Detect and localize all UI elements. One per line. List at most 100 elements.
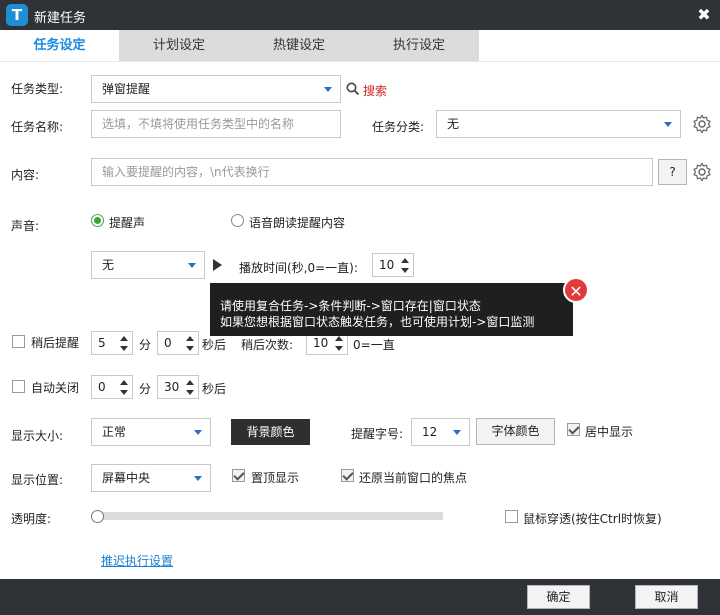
snooze-minutes-value: 5: [98, 336, 106, 350]
restore-focus-checkbox[interactable]: [341, 469, 354, 482]
stepper-down-icon[interactable]: [335, 346, 343, 351]
stepper-up-icon[interactable]: [186, 380, 194, 385]
snooze-seconds-stepper[interactable]: 0: [157, 331, 199, 355]
sound-alert-label: 提醒声: [109, 216, 146, 230]
font-size-label: 提醒字号:: [351, 427, 404, 441]
font-size-select[interactable]: 12: [411, 418, 470, 446]
chevron-down-icon: [453, 430, 461, 435]
content-input[interactable]: 输入要提醒的内容，\n代表换行: [91, 158, 653, 186]
tooltip-line-1: 请使用复合任务->条件判断->窗口存在|窗口状态: [220, 299, 481, 313]
gear-icon[interactable]: [692, 162, 712, 182]
auto-close-minutes-unit: 分: [139, 382, 152, 396]
auto-close-minutes-stepper[interactable]: 0: [91, 375, 133, 399]
snooze-minutes-stepper[interactable]: 5: [91, 331, 133, 355]
sound-tts-label: 语音朗读提醒内容: [249, 216, 346, 230]
cancel-button[interactable]: 取消: [635, 585, 698, 609]
font-size-value: 12: [422, 425, 438, 439]
stepper-down-icon[interactable]: [120, 390, 128, 395]
title-bar: T 新建任务 ✖: [0, 0, 720, 30]
task-name-placeholder: 选填，不填将使用任务类型中的名称: [102, 117, 295, 131]
topmost-checkbox[interactable]: [232, 469, 245, 482]
stepper-down-icon[interactable]: [186, 346, 194, 351]
stepper-down-icon[interactable]: [401, 268, 409, 273]
sound-tts-radio[interactable]: [231, 214, 244, 227]
display-position-label: 显示位置:: [11, 473, 64, 487]
snooze-checkbox[interactable]: [12, 335, 25, 348]
defer-execution-link[interactable]: 推迟执行设置: [101, 552, 173, 569]
center-display-checkbox[interactable]: [567, 423, 580, 436]
stepper-up-icon[interactable]: [120, 380, 128, 385]
snooze-count-label: 稍后次数:: [241, 338, 294, 352]
stepper-up-icon[interactable]: [186, 336, 194, 341]
play-time-stepper[interactable]: 10: [372, 253, 414, 277]
transparency-slider-track[interactable]: [98, 512, 443, 520]
sound-select-value: 无: [102, 258, 115, 272]
close-icon[interactable]: ✖: [692, 3, 716, 27]
sound-label: 声音:: [11, 219, 40, 233]
app-logo-icon: T: [6, 4, 28, 26]
stepper-down-icon[interactable]: [186, 390, 194, 395]
task-category-select[interactable]: 无: [436, 110, 681, 138]
chevron-down-icon: [194, 476, 202, 481]
tab-schedule-settings[interactable]: 计划设定: [119, 30, 239, 62]
task-name-label: 任务名称:: [11, 120, 64, 134]
tooltip-close-icon[interactable]: ✕: [563, 277, 589, 303]
chevron-down-icon: [324, 87, 332, 92]
tab-task-settings[interactable]: 任务设定: [0, 30, 119, 62]
play-time-label: 播放时间(秒,0=一直):: [239, 261, 358, 275]
tab-divider: [0, 61, 720, 62]
play-icon[interactable]: [213, 259, 222, 271]
tab-hotkey-settings[interactable]: 热键设定: [239, 30, 359, 62]
display-size-value: 正常: [102, 425, 127, 439]
stepper-up-icon[interactable]: [120, 336, 128, 341]
task-name-input[interactable]: 选填，不填将使用任务类型中的名称: [91, 110, 341, 138]
play-time-value: 10: [379, 258, 395, 272]
transparency-slider-thumb[interactable]: [91, 510, 104, 523]
snooze-seconds-unit: 秒后: [202, 338, 227, 352]
auto-close-checkbox[interactable]: [12, 380, 25, 393]
font-color-button[interactable]: 字体颜色: [476, 418, 555, 445]
background-color-button[interactable]: 背景颜色: [231, 419, 310, 445]
task-type-label: 任务类型:: [11, 82, 64, 96]
hint-tooltip: 请使用复合任务->条件判断->窗口存在|窗口状态 如果您想根据窗口状态触发任务，…: [210, 283, 573, 336]
content-placeholder: 输入要提醒的内容，\n代表换行: [102, 165, 270, 179]
auto-close-minutes-value: 0: [98, 380, 106, 394]
snooze-label: 稍后提醒: [31, 336, 80, 350]
snooze-minutes-unit: 分: [139, 338, 152, 352]
search-link[interactable]: 搜索: [363, 82, 387, 99]
chevron-down-icon: [664, 122, 672, 127]
display-position-select[interactable]: 屏幕中央: [91, 464, 211, 492]
task-type-select[interactable]: 弹窗提醒: [91, 75, 341, 103]
stepper-up-icon[interactable]: [335, 336, 343, 341]
sound-alert-radio[interactable]: [91, 214, 104, 227]
restore-focus-label: 还原当前窗口的焦点: [359, 471, 468, 485]
task-category-label: 任务分类:: [372, 120, 425, 134]
task-type-value: 弹窗提醒: [102, 82, 151, 96]
window-title: 新建任务: [34, 11, 87, 26]
ok-button[interactable]: 确定: [527, 585, 590, 609]
topmost-label: 置顶显示: [251, 471, 300, 485]
task-category-value: 无: [447, 117, 460, 131]
click-through-checkbox[interactable]: [505, 510, 518, 523]
stepper-down-icon[interactable]: [120, 346, 128, 351]
tab-execution-settings[interactable]: 执行设定: [359, 30, 479, 62]
snooze-count-hint: 0=一直: [353, 338, 395, 352]
stepper-up-icon[interactable]: [401, 258, 409, 263]
display-size-label: 显示大小:: [11, 429, 64, 443]
auto-close-seconds-value: 30: [164, 380, 180, 394]
tooltip-line-2: 如果您想根据窗口状态触发任务，也可使用计划->窗口监测: [220, 315, 535, 329]
footer-bar: 确定 取消: [0, 579, 720, 615]
sound-select[interactable]: 无: [91, 251, 205, 279]
snooze-count-value: 10: [313, 336, 329, 350]
auto-close-label: 自动关闭: [31, 381, 80, 395]
snooze-seconds-value: 0: [164, 336, 172, 350]
help-button[interactable]: ?: [658, 159, 687, 185]
transparency-label: 透明度:: [11, 512, 52, 526]
search-icon[interactable]: [346, 82, 360, 96]
center-display-label: 居中显示: [585, 425, 634, 439]
auto-close-seconds-unit: 秒后: [202, 382, 227, 396]
click-through-label: 鼠标穿透(按住Ctrl时恢复): [523, 512, 662, 526]
auto-close-seconds-stepper[interactable]: 30: [157, 375, 199, 399]
gear-icon[interactable]: [692, 114, 712, 134]
display-size-select[interactable]: 正常: [91, 418, 211, 446]
